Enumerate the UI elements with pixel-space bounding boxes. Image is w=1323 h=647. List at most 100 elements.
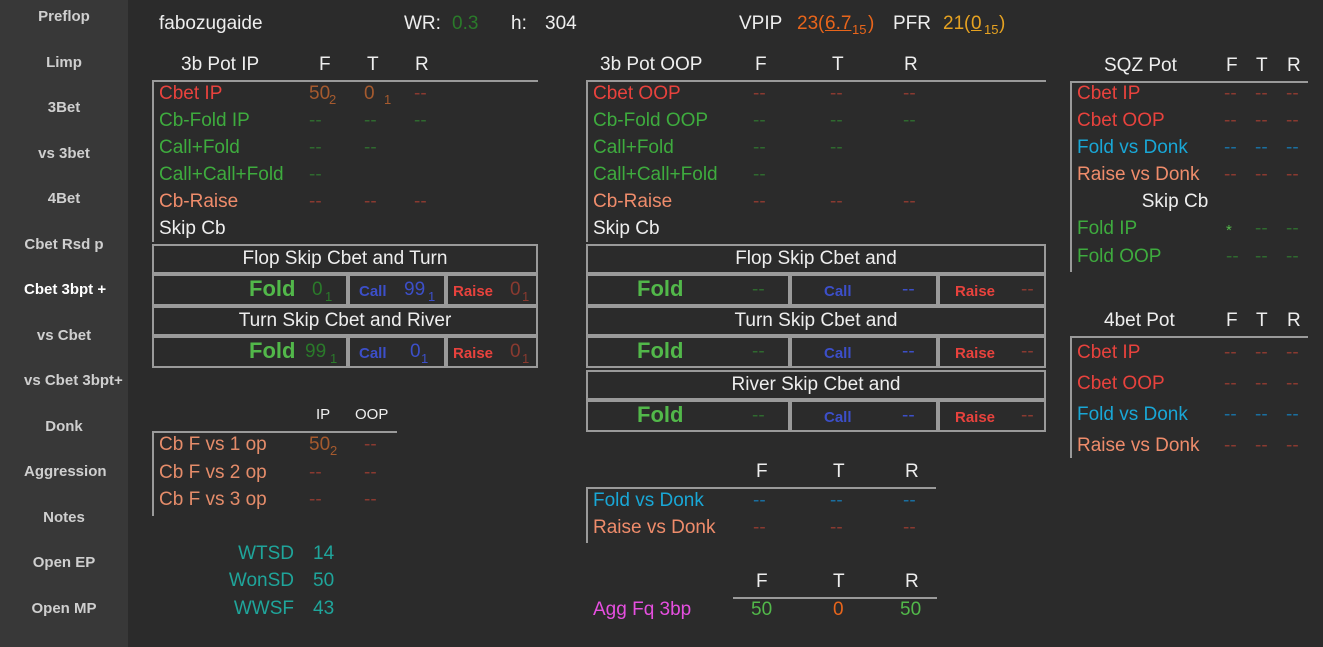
call-value: -- bbox=[902, 341, 915, 362]
call-label: Call bbox=[824, 345, 852, 362]
stat-value: -- bbox=[830, 517, 843, 538]
vpip-paren: ) bbox=[868, 13, 875, 34]
divider bbox=[152, 80, 154, 242]
sidebar-item-label: 4Bet bbox=[47, 190, 81, 207]
stat-value: -- bbox=[1224, 164, 1237, 185]
stat-value: -- bbox=[1286, 435, 1299, 456]
stat-value: -- bbox=[309, 110, 322, 131]
ip-title: 3b Pot IP bbox=[181, 54, 260, 75]
sidebar-item-cbet-3bpt-[interactable]: Cbet 3bpt + bbox=[0, 268, 128, 312]
divider bbox=[152, 80, 538, 82]
fold-label: Fold bbox=[637, 402, 684, 427]
stat-value: -- bbox=[903, 110, 916, 131]
stat-value: -- bbox=[830, 191, 843, 212]
sidebar-item-3bet[interactable]: 3Bet bbox=[0, 86, 128, 130]
row-label: Cb-Raise bbox=[593, 191, 673, 212]
vpip-sub: 6.7 bbox=[825, 13, 852, 34]
sidebar-item-donk[interactable]: Donk bbox=[0, 405, 128, 449]
turn-skip-title: Turn Skip Cbet and River bbox=[238, 310, 452, 331]
pfr-label: PFR bbox=[893, 13, 931, 34]
sidebar-item-cbet-rsd-p[interactable]: Cbet Rsd p bbox=[0, 223, 128, 267]
sidebar-item-aggression[interactable]: Aggression bbox=[0, 450, 128, 494]
stat-label: WWSF bbox=[233, 598, 294, 619]
sidebar-item-label: Notes bbox=[43, 508, 85, 526]
sidebar-item-vs-3bet[interactable]: vs 3bet bbox=[0, 132, 128, 176]
row-label: Fold vs Donk bbox=[593, 490, 704, 511]
sidebar-item-label: Open MP bbox=[31, 599, 97, 617]
sidebar-item-label: Open EP bbox=[32, 554, 96, 571]
divider bbox=[1070, 336, 1308, 338]
sidebar-item-4bet[interactable]: 4Bet bbox=[0, 177, 128, 221]
pfr-paren: ( bbox=[964, 13, 971, 34]
stat-value: -- bbox=[1224, 83, 1237, 104]
sidebar-item-label: Cbet 3bpt + bbox=[24, 281, 107, 298]
stat-value: -- bbox=[364, 191, 377, 212]
hands-value: 304 bbox=[545, 13, 577, 34]
column-header: OOP bbox=[355, 406, 389, 423]
sidebar-item-vs-cbet-3bpt-[interactable]: vs Cbet 3bpt+ bbox=[0, 359, 128, 403]
stat-count: 2 bbox=[329, 92, 337, 107]
fold-value: 99 bbox=[305, 341, 327, 362]
fold-value: -- bbox=[752, 279, 765, 300]
stat-value: 50 bbox=[313, 570, 335, 591]
stat-value: -- bbox=[1226, 246, 1239, 267]
sidebar-item-notes[interactable]: Notes bbox=[0, 496, 128, 540]
call-label: Call bbox=[824, 283, 852, 300]
sidebar-item-open-ep[interactable]: Open EP bbox=[0, 541, 128, 585]
fold-label: Fold bbox=[249, 338, 296, 363]
stat-value: -- bbox=[1286, 218, 1299, 239]
row-label: Cb F vs 2 op bbox=[159, 462, 267, 483]
row-label: Cbet OOP bbox=[1077, 373, 1165, 394]
row-label: Raise vs Donk bbox=[1077, 435, 1200, 456]
row-label: Fold vs Donk bbox=[1077, 137, 1188, 158]
sidebar-item-vs-cbet[interactable]: vs Cbet bbox=[0, 314, 128, 358]
stat-value: -- bbox=[1255, 164, 1268, 185]
sidebar-item-label: Aggression bbox=[24, 463, 107, 480]
stat-value: -- bbox=[1286, 164, 1299, 185]
stat-value: -- bbox=[1255, 342, 1268, 363]
skip-cb-label: Skip Cb bbox=[1141, 191, 1209, 212]
call-label: Call bbox=[824, 409, 852, 426]
sidebar-item-open-mp[interactable]: Open MP bbox=[0, 587, 128, 631]
call-value: -- bbox=[902, 405, 915, 426]
row-label: Call+Fold bbox=[159, 137, 240, 158]
sidebar-item-preflop[interactable]: Preflop bbox=[0, 0, 128, 39]
sidebar-item-label: 3Bet bbox=[47, 99, 81, 116]
fold-count: 1 bbox=[325, 289, 333, 304]
row-label: Fold IP bbox=[1077, 218, 1138, 239]
row-label: Raise vs Donk bbox=[593, 517, 716, 538]
column-header: T bbox=[832, 54, 844, 75]
raise-value: -- bbox=[1021, 341, 1034, 362]
divider bbox=[586, 80, 588, 242]
raise-label: Raise bbox=[955, 283, 996, 300]
raise-label: Raise bbox=[955, 409, 996, 426]
stat-value: -- bbox=[753, 110, 766, 131]
stat-value: -- bbox=[1255, 110, 1268, 131]
sidebar-item-label: Donk bbox=[45, 417, 83, 435]
row-label: Fold OOP bbox=[1077, 246, 1162, 267]
stat-label: WTSD bbox=[238, 543, 294, 564]
column-header: R bbox=[905, 461, 919, 482]
stat-value: -- bbox=[309, 137, 322, 158]
raise-label: Raise bbox=[453, 345, 494, 362]
sidebar-item-label: vs Cbet 3bpt+ bbox=[24, 372, 123, 389]
stat-value: -- bbox=[414, 83, 427, 104]
row-label: Cbet IP bbox=[1077, 83, 1141, 104]
sidebar-item-limp[interactable]: Limp bbox=[0, 41, 128, 85]
fold-value: -- bbox=[752, 405, 765, 426]
stat-value: -- bbox=[414, 110, 427, 131]
stat-value: -- bbox=[1224, 435, 1237, 456]
stat-value: 43 bbox=[313, 598, 335, 619]
sidebar-item-label: Preflop bbox=[38, 8, 90, 25]
stat-value: -- bbox=[1255, 83, 1268, 104]
stat-value: -- bbox=[1255, 218, 1268, 239]
call-value: 99 bbox=[404, 279, 426, 300]
column-header: R bbox=[905, 571, 919, 592]
stat-value: -- bbox=[1224, 404, 1237, 425]
wr-value: 0.3 bbox=[452, 13, 479, 34]
column-header: T bbox=[1256, 55, 1268, 76]
raise-label: Raise bbox=[955, 345, 996, 362]
row-label: Call+Call+Fold bbox=[159, 164, 284, 185]
stat-value: -- bbox=[1224, 342, 1237, 363]
stat-value: -- bbox=[364, 434, 377, 455]
